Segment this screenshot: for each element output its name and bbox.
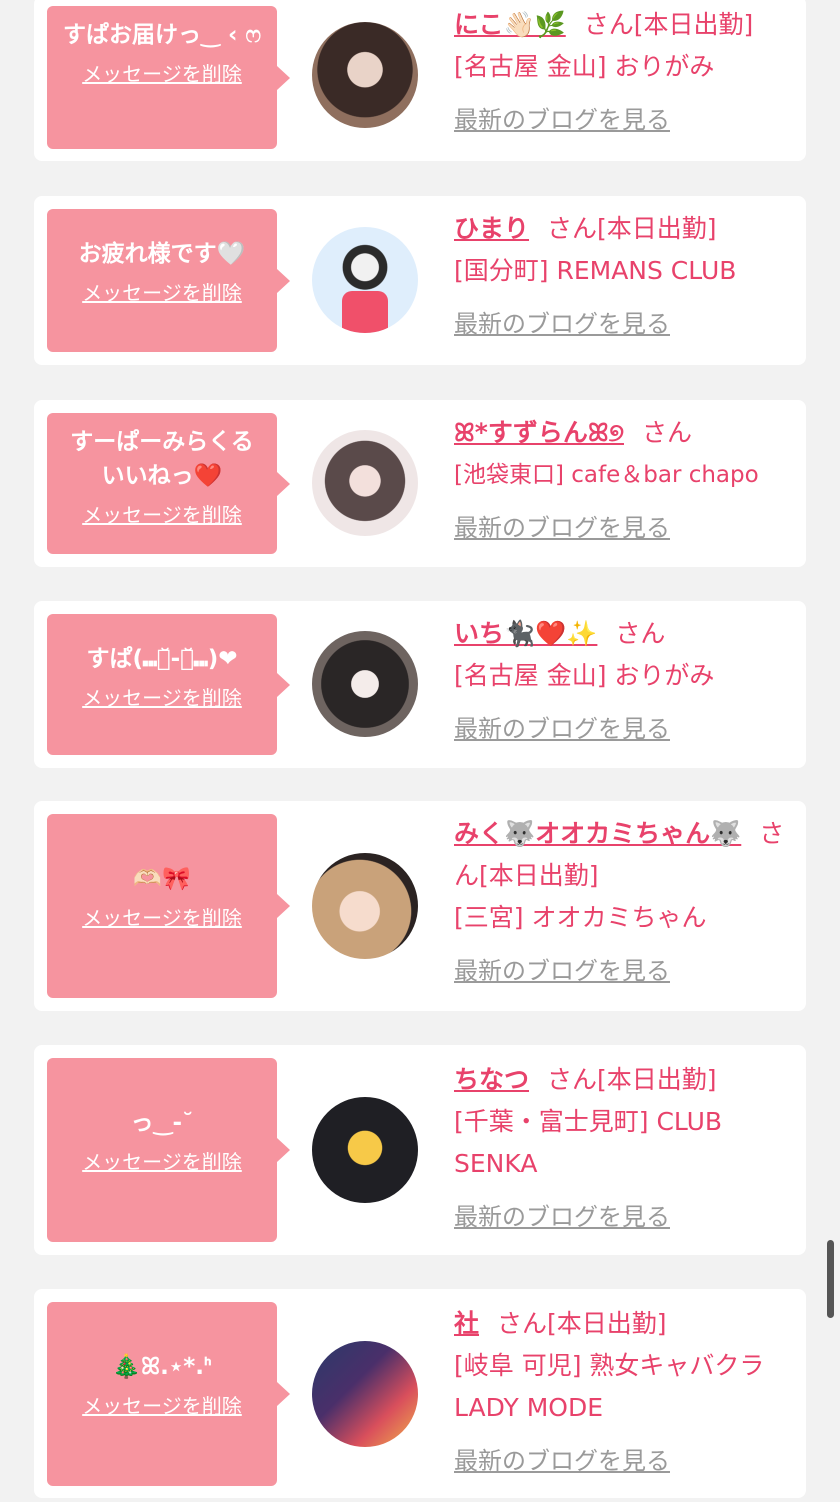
delete-message-link[interactable]: メッセージを削除 bbox=[82, 58, 242, 87]
message-card: すーぱーみらくる いいねっ❤️ メッセージを削除 ꕤ*すずらんꕤ୭ さん [池袋東… bbox=[34, 400, 806, 567]
delete-message-link[interactable]: メッセージを削除 bbox=[82, 277, 242, 306]
profile-status: さん bbox=[641, 418, 692, 447]
delete-message-link[interactable]: メッセージを削除 bbox=[82, 499, 242, 528]
delete-message-link[interactable]: メッセージを削除 bbox=[82, 902, 242, 931]
profile-status: さん[本日出勤] bbox=[497, 1309, 667, 1338]
shop-name: [千葉・富士見町] CLUB SENKA bbox=[454, 1107, 723, 1178]
message-bubble: すーぱーみらくる いいねっ❤️ メッセージを削除 bbox=[47, 413, 290, 554]
message-card: 🎄ꕤ.⋆*.ᑋ メッセージを削除 社さん[本日出勤] [岐阜 可児] 熟女キャバ… bbox=[34, 1289, 806, 1498]
latest-blog-link[interactable]: 最新のブログを見る bbox=[454, 709, 670, 744]
message-text: すぱ(⑉・̆-・̆⑉)❤ bbox=[86, 646, 238, 672]
delete-message-link[interactable]: メッセージを削除 bbox=[82, 1146, 242, 1175]
avatar[interactable] bbox=[312, 430, 418, 536]
profile-info: ちなつ さん[本日出勤] [千葉・富士見町] CLUB SENKA 最新のブログを… bbox=[454, 1059, 799, 1232]
profile-info: ひまり さん[本日出勤] [国分町] REMANS CLUB 最新のブログを見る bbox=[454, 208, 799, 339]
shop-name: [名古屋 金山] おりがみ bbox=[454, 52, 715, 81]
latest-blog-link[interactable]: 最新のブログを見る bbox=[454, 508, 670, 543]
message-bubble: すぱお届けっ‿ ‹ ෆ メッセージを削除 bbox=[47, 6, 290, 149]
profile-name-link[interactable]: ꕤ*すずらんꕤ୭ bbox=[454, 418, 624, 447]
avatar[interactable] bbox=[312, 227, 418, 333]
profile-name-link[interactable]: いち🐈‍⬛❤️✨ bbox=[454, 619, 597, 648]
message-card: 🫶🏻🎀 メッセージを削除 みく🐺オオカミちゃん🐺 さん[本日出勤] [三宮] オオ… bbox=[34, 801, 806, 1011]
latest-blog-link[interactable]: 最新のブログを見る bbox=[454, 1441, 670, 1476]
message-bubble: すぱ(⑉・̆-・̆⑉)❤ メッセージを削除 bbox=[47, 614, 290, 755]
avatar[interactable] bbox=[312, 1097, 418, 1203]
profile-info: にこ👋🏻🌿 さん[本日出勤] [名古屋 金山] おりがみ 最新のブログを見る bbox=[454, 4, 799, 135]
profile-status: さん[本日出勤] bbox=[583, 10, 754, 39]
shop-name: [岐阜 可児] 熟女キャバクラ LADY MODE bbox=[454, 1351, 765, 1422]
message-text: すーぱーみらくる いいねっ❤️ bbox=[70, 429, 254, 489]
delete-message-link[interactable]: メッセージを削除 bbox=[82, 682, 242, 711]
message-card: すぱお届けっ‿ ‹ ෆ メッセージを削除 にこ👋🏻🌿 さん[本日出勤] [名古屋 … bbox=[34, 0, 806, 161]
message-bubble: 🎄ꕤ.⋆*.ᑋ メッセージを削除 bbox=[47, 1302, 290, 1486]
message-text: すぱお届けっ‿ ‹ ෆ bbox=[62, 22, 262, 48]
shop-name: [国分町] REMANS CLUB bbox=[454, 256, 737, 285]
profile-info: いち🐈‍⬛❤️✨ さん [名古屋 金山] おりがみ 最新のブログを見る bbox=[454, 613, 799, 744]
profile-name-link[interactable]: 社 bbox=[454, 1309, 479, 1338]
latest-blog-link[interactable]: 最新のブログを見る bbox=[454, 304, 670, 339]
shop-name: [名古屋 金山] おりがみ bbox=[454, 661, 715, 690]
latest-blog-link[interactable]: 最新のブログを見る bbox=[454, 951, 670, 986]
message-text: っ‿-˘ bbox=[130, 1110, 194, 1136]
avatar-dress bbox=[342, 291, 388, 333]
message-bubble: っ‿-˘ メッセージを削除 bbox=[47, 1058, 290, 1242]
scrollbar-thumb[interactable] bbox=[827, 1240, 834, 1318]
message-bubble: お疲れ様です🤍 メッセージを削除 bbox=[47, 209, 290, 352]
avatar[interactable] bbox=[312, 631, 418, 737]
profile-name-link[interactable]: ひまり bbox=[454, 214, 529, 243]
profile-name-link[interactable]: みく🐺オオカミちゃん🐺 bbox=[454, 819, 741, 848]
profile-status: さん[本日出勤] bbox=[547, 214, 717, 243]
profile-name-link[interactable]: にこ👋🏻🌿 bbox=[454, 10, 566, 39]
message-text: お疲れ様です🤍 bbox=[78, 241, 246, 267]
avatar[interactable] bbox=[312, 1341, 418, 1447]
shop-name: [三宮] オオカミちゃん bbox=[454, 903, 707, 932]
profile-status: さん bbox=[615, 619, 666, 648]
message-card: お疲れ様です🤍 メッセージを削除 ひまり さん[本日出勤] [国分町] REMAN… bbox=[34, 196, 806, 365]
message-text: 🎄ꕤ.⋆*.ᑋ bbox=[112, 1354, 212, 1380]
shop-name: [池袋東口] cafe＆bar chapo bbox=[454, 462, 759, 488]
avatar[interactable] bbox=[312, 853, 418, 959]
latest-blog-link[interactable]: 最新のブログを見る bbox=[454, 1197, 670, 1232]
profile-info: 社さん[本日出勤] [岐阜 可児] 熟女キャバクラ LADY MODE 最新のブ… bbox=[454, 1303, 799, 1476]
profile-info: みく🐺オオカミちゃん🐺 さん[本日出勤] [三宮] オオカミちゃん 最新のブログを… bbox=[454, 813, 799, 986]
latest-blog-link[interactable]: 最新のブログを見る bbox=[454, 100, 670, 135]
profile-info: ꕤ*すずらんꕤ୭ さん [池袋東口] cafe＆bar chapo 最新のブログを… bbox=[454, 412, 799, 543]
message-bubble: 🫶🏻🎀 メッセージを削除 bbox=[47, 814, 290, 998]
delete-message-link[interactable]: メッセージを削除 bbox=[82, 1390, 242, 1419]
message-text: 🫶🏻🎀 bbox=[133, 866, 191, 892]
message-card: すぱ(⑉・̆-・̆⑉)❤ メッセージを削除 いち🐈‍⬛❤️✨ さん [名古屋 金山… bbox=[34, 601, 806, 768]
profile-name-link[interactable]: ちなつ bbox=[454, 1065, 529, 1094]
profile-status: さん[本日出勤] bbox=[547, 1065, 717, 1094]
avatar[interactable] bbox=[312, 22, 418, 128]
message-card: っ‿-˘ メッセージを削除 ちなつ さん[本日出勤] [千葉・富士見町] CLUB… bbox=[34, 1045, 806, 1255]
